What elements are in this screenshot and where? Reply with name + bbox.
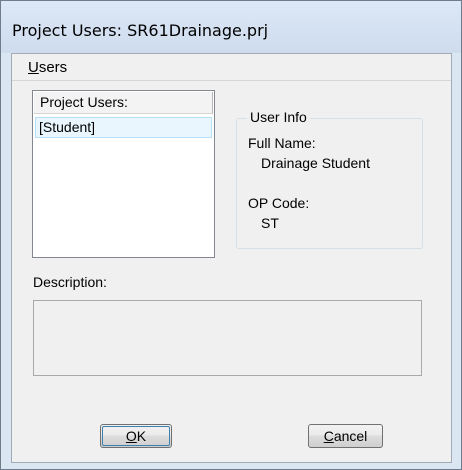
cancel-button[interactable]: Cancel <box>308 424 383 448</box>
op-code-label: OP Code: <box>248 195 310 211</box>
ok-button[interactable]: OK <box>100 424 172 448</box>
full-name-label: Full Name: <box>248 135 316 151</box>
title-bar[interactable]: Project Users: SR61Drainage.prj <box>1 1 461 53</box>
dialog-client-area: Users Project Users: [Student] User Info… <box>11 53 452 463</box>
op-code-value: ST <box>261 215 279 231</box>
dialog-window: Project Users: SR61Drainage.prj Users Pr… <box>0 0 462 470</box>
list-item-student[interactable]: [Student] <box>35 117 212 138</box>
menu-users[interactable]: Users <box>25 59 70 76</box>
full-name-value: Drainage Student <box>261 155 370 171</box>
list-column-header[interactable]: Project Users: <box>34 92 213 114</box>
menu-bar: Users <box>12 54 451 81</box>
user-info-group: User Info Full Name: Drainage Student OP… <box>236 109 423 249</box>
window-title: Project Users: SR61Drainage.prj <box>12 21 269 40</box>
project-users-list[interactable]: Project Users: [Student] <box>32 90 215 258</box>
user-info-legend: User Info <box>247 109 310 125</box>
description-label: Description: <box>33 274 107 290</box>
description-box[interactable] <box>33 300 422 376</box>
